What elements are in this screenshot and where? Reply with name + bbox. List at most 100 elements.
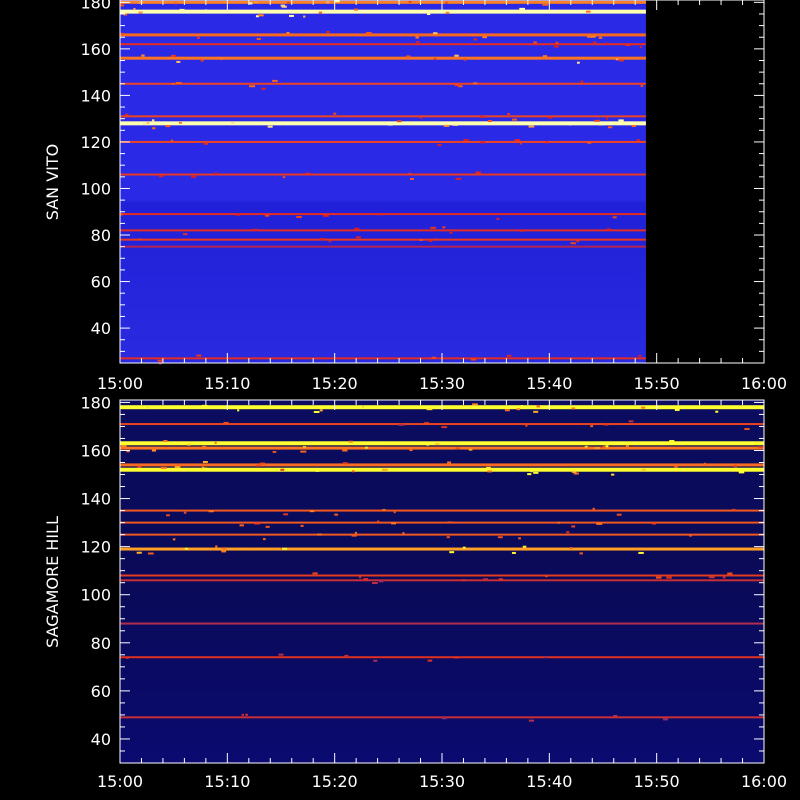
burst-speckle xyxy=(571,407,576,410)
burst-speckle xyxy=(342,449,348,452)
burst-speckle xyxy=(533,471,539,474)
burst-speckle xyxy=(594,447,601,450)
burst-speckle xyxy=(296,216,302,219)
burst-speckle xyxy=(467,11,472,14)
burst-speckle xyxy=(281,5,287,8)
burst-speckle xyxy=(334,0,340,3)
burst-speckle xyxy=(514,139,521,142)
emission-band xyxy=(120,245,646,248)
burst-speckle xyxy=(441,426,448,429)
burst-speckle xyxy=(182,233,188,236)
burst-speckle xyxy=(372,582,378,585)
burst-speckle xyxy=(148,552,154,555)
burst-speckle xyxy=(174,2,178,5)
burst-speckle xyxy=(326,30,330,33)
burst-speckle xyxy=(480,115,485,118)
burst-speckle xyxy=(744,428,750,431)
burst-speckle xyxy=(289,14,294,17)
burst-speckle xyxy=(358,576,362,579)
burst-speckle xyxy=(636,139,640,142)
burst-speckle xyxy=(334,513,339,516)
burst-speckle xyxy=(487,119,493,122)
burst-speckle xyxy=(261,87,266,90)
burst-speckle xyxy=(590,425,594,428)
burst-speckle xyxy=(121,445,127,448)
burst-speckle xyxy=(419,116,422,119)
burst-speckle xyxy=(409,449,413,452)
burst-speckle xyxy=(196,354,202,357)
burst-speckle xyxy=(554,45,559,48)
emission-band xyxy=(120,238,646,241)
burst-speckle xyxy=(208,510,214,513)
burst-speckle xyxy=(415,41,420,44)
burst-speckle xyxy=(197,36,200,39)
burst-speckle xyxy=(406,55,411,58)
burst-speckle xyxy=(317,533,323,536)
burst-speckle xyxy=(393,511,396,514)
burst-speckle xyxy=(580,80,584,83)
burst-speckle xyxy=(455,447,460,450)
burst-speckle xyxy=(325,1,330,4)
burst-speckle xyxy=(571,525,576,528)
burst-speckle xyxy=(613,714,618,717)
emission-band xyxy=(120,56,646,60)
burst-speckle xyxy=(666,576,672,579)
burst-speckle xyxy=(138,1,144,4)
burst-speckle xyxy=(249,85,256,88)
burst-speckle xyxy=(449,231,453,234)
burst-speckle xyxy=(507,113,510,116)
burst-speckle xyxy=(202,467,208,470)
spectrogram-figure: 40608010012014016018015:00 15:10 15:20 15:3… xyxy=(43,0,787,791)
san-vito-ylabel: SAN VITO xyxy=(43,144,62,220)
burst-speckle xyxy=(186,443,191,446)
burst-speckle xyxy=(354,531,357,534)
burst-speckle xyxy=(619,59,624,62)
burst-speckle xyxy=(295,10,301,13)
emission-band xyxy=(120,423,764,426)
burst-speckle xyxy=(605,445,609,448)
x-tick-label: 15:10 xyxy=(204,772,250,791)
burst-speckle xyxy=(351,534,357,537)
burst-speckle xyxy=(315,469,320,472)
burst-speckle xyxy=(373,659,378,662)
burst-speckle xyxy=(591,35,596,38)
burst-speckle xyxy=(186,469,190,472)
burst-speckle xyxy=(191,175,197,178)
burst-speckle xyxy=(472,403,478,406)
burst-speckle xyxy=(138,11,143,14)
burst-speckle xyxy=(158,175,164,178)
burst-speckle xyxy=(318,11,323,14)
burst-speckle xyxy=(151,449,157,452)
burst-speckle xyxy=(235,213,241,216)
emission-band xyxy=(120,9,646,14)
burst-speckle xyxy=(319,238,326,241)
burst-speckle xyxy=(522,545,527,548)
burst-speckle xyxy=(203,142,208,145)
burst-speckle xyxy=(749,464,755,467)
burst-speckle xyxy=(137,465,142,468)
burst-speckle xyxy=(530,470,533,473)
y-tick-label: 60 xyxy=(91,682,111,701)
x-tick-label: 15:00 xyxy=(97,772,143,791)
burst-speckle xyxy=(461,579,466,582)
burst-speckle xyxy=(171,82,175,85)
emission-band xyxy=(120,716,764,719)
burst-speckle xyxy=(426,13,431,16)
burst-speckle xyxy=(689,534,692,537)
burst-speckle xyxy=(249,2,253,5)
burst-speckle xyxy=(487,470,492,473)
burst-speckle xyxy=(638,551,644,554)
burst-speckle xyxy=(355,236,361,239)
burst-speckle xyxy=(618,119,624,122)
burst-speckle xyxy=(452,123,459,126)
burst-speckle xyxy=(390,441,396,444)
burst-speckle xyxy=(176,441,179,444)
burst-speckle xyxy=(160,466,167,469)
burst-speckle xyxy=(176,60,181,63)
burst-speckle xyxy=(138,238,142,241)
burst-speckle xyxy=(397,120,402,123)
burst-speckle xyxy=(497,536,503,539)
san-vito-panel: 40 60 80 100 120 140 160 180 15:00 15:10 15:20 15:3… xyxy=(43,0,787,393)
burst-speckle xyxy=(454,656,459,659)
burst-speckle xyxy=(342,462,348,465)
